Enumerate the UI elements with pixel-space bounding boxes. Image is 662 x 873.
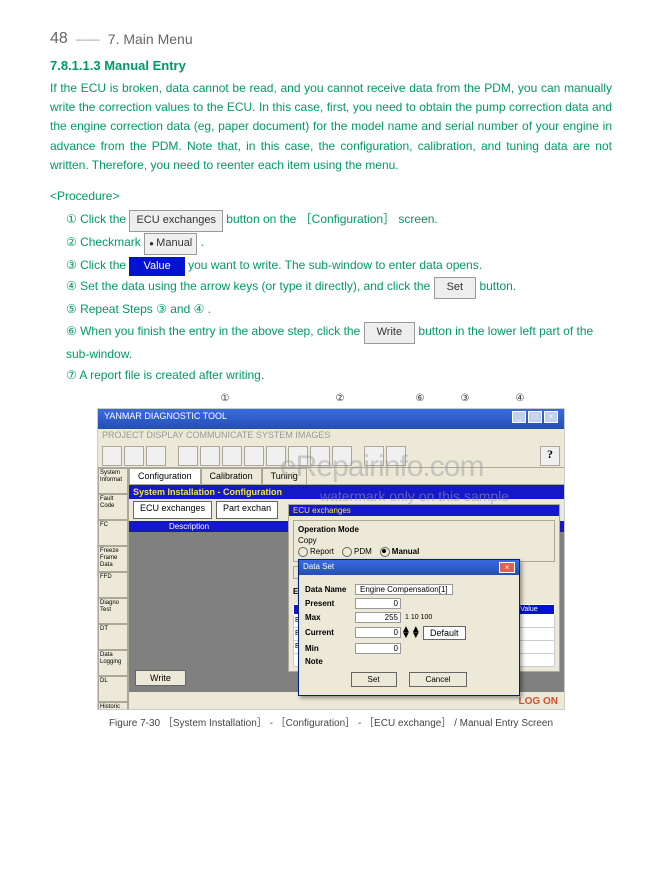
tool-icon[interactable] bbox=[146, 446, 166, 466]
sidebar-tab[interactable]: Diagno Test bbox=[98, 598, 128, 624]
sidebar-tab[interactable]: FC bbox=[98, 520, 128, 546]
sidebar-tab[interactable]: System Informat bbox=[98, 468, 128, 494]
logon-status: LOG ON bbox=[519, 696, 558, 707]
window-controls[interactable]: _□× bbox=[512, 411, 558, 427]
write-button[interactable]: Write bbox=[135, 670, 186, 686]
tool-icon[interactable] bbox=[124, 446, 144, 466]
value-button: Value bbox=[129, 257, 184, 277]
tool-icon[interactable] bbox=[310, 446, 330, 466]
step-4: ④ Set the data using the arrow keys (or … bbox=[66, 276, 612, 299]
max-field: 255 bbox=[355, 612, 401, 623]
spinner-icon[interactable]: ▲▲▲▼▼▼ bbox=[401, 627, 417, 639]
step-6: ⑥ When you finish the entry in the above… bbox=[66, 321, 612, 365]
menubar[interactable]: PROJECT DISPLAY COMMUNICATE SYSTEM IMAGE… bbox=[98, 429, 564, 445]
default-button[interactable]: Default bbox=[423, 626, 466, 640]
tool-icon[interactable] bbox=[386, 446, 406, 466]
help-icon[interactable]: ? bbox=[540, 446, 560, 466]
write-button-ref: Write bbox=[364, 322, 415, 344]
step-2: ② Checkmark Manual . bbox=[66, 232, 612, 255]
sidebar-tab[interactable]: FFD bbox=[98, 572, 128, 598]
dialog-title: Data Set bbox=[303, 562, 334, 573]
radio-pdm[interactable]: PDM bbox=[342, 547, 372, 557]
close-icon[interactable]: × bbox=[499, 562, 515, 573]
window-title: YANMAR DIAGNOSTIC TOOL bbox=[104, 411, 227, 427]
ecu-exchanges-button: ECU exchanges bbox=[129, 210, 223, 232]
step-7: ⑦ A report file is created after writing… bbox=[66, 365, 612, 387]
present-field: 0 bbox=[355, 598, 401, 609]
panel-header: ECU exchanges bbox=[289, 505, 559, 516]
tool-icon[interactable] bbox=[244, 446, 264, 466]
data-set-dialog: Data Set× Data NameEngine Compensation[1… bbox=[298, 559, 520, 696]
callout-row: ① ② ⑥ ③ ④ bbox=[50, 393, 612, 404]
tool-icon[interactable] bbox=[200, 446, 220, 466]
body-paragraph: If the ECU is broken, data cannot be rea… bbox=[50, 79, 612, 175]
min-field: 0 bbox=[355, 643, 401, 654]
sidebar-tab[interactable]: Data Logging bbox=[98, 650, 128, 676]
divider: —— bbox=[76, 32, 100, 46]
sidebar-tab[interactable]: Freeze Frame Data bbox=[98, 546, 128, 572]
radio-report[interactable]: Report bbox=[298, 547, 334, 557]
step-1: ① Click the ECU exchanges button on the … bbox=[66, 209, 612, 232]
page-number: 48 bbox=[50, 30, 68, 48]
chapter-title: 7. Main Menu bbox=[108, 31, 193, 47]
tool-icon[interactable] bbox=[266, 446, 286, 466]
section-title: 7.8.1.1.3 Manual Entry bbox=[50, 58, 612, 73]
left-sidebar: System InformatFault CodeFCFreeze Frame … bbox=[98, 468, 129, 710]
tool-icon[interactable] bbox=[178, 446, 198, 466]
radio-manual[interactable]: Manual bbox=[380, 547, 420, 557]
current-field[interactable]: 0 bbox=[355, 627, 401, 638]
sidebar-tab[interactable]: DT bbox=[98, 624, 128, 650]
figure-caption: Figure 7-30 ［System Installation］ - ［Con… bbox=[50, 714, 612, 729]
screenshot: YANMAR DIAGNOSTIC TOOL _□× PROJECT DISPL… bbox=[97, 408, 565, 710]
toolbar: ? bbox=[98, 445, 564, 468]
sidebar-tab[interactable]: Historic Data bbox=[98, 702, 128, 710]
cancel-button[interactable]: Cancel bbox=[409, 672, 468, 687]
sidebar-tab[interactable]: Fault Code bbox=[98, 494, 128, 520]
tool-icon[interactable] bbox=[222, 446, 242, 466]
procedure-heading: <Procedure> bbox=[50, 189, 612, 203]
sub-header: System Installation - Configuration bbox=[129, 485, 564, 499]
step-5: ⑤ Repeat Steps ③ and ④ . bbox=[66, 299, 612, 321]
data-name-field: Engine Compensation[1] bbox=[355, 584, 453, 595]
set-button[interactable]: Set bbox=[351, 672, 397, 687]
tab-calibration[interactable]: Calibration bbox=[201, 468, 262, 484]
ecu-exchanges-tab[interactable]: ECU exchanges bbox=[133, 501, 212, 519]
tool-icon[interactable] bbox=[102, 446, 122, 466]
main-tabs: Configuration Calibration Tuning bbox=[129, 468, 564, 485]
window-titlebar: YANMAR DIAGNOSTIC TOOL _□× bbox=[98, 409, 564, 429]
step-3: ③ Click the Value you want to write. The… bbox=[66, 255, 612, 277]
tool-icon[interactable] bbox=[332, 446, 352, 466]
tab-configuration[interactable]: Configuration bbox=[129, 468, 201, 484]
part-exchange-tab[interactable]: Part exchan bbox=[216, 501, 278, 519]
tool-icon[interactable] bbox=[288, 446, 308, 466]
set-button-ref: Set bbox=[434, 277, 477, 299]
manual-radio: Manual bbox=[144, 233, 197, 255]
sidebar-tab[interactable]: DL bbox=[98, 676, 128, 702]
tab-tuning[interactable]: Tuning bbox=[262, 468, 307, 484]
tool-icon[interactable] bbox=[364, 446, 384, 466]
